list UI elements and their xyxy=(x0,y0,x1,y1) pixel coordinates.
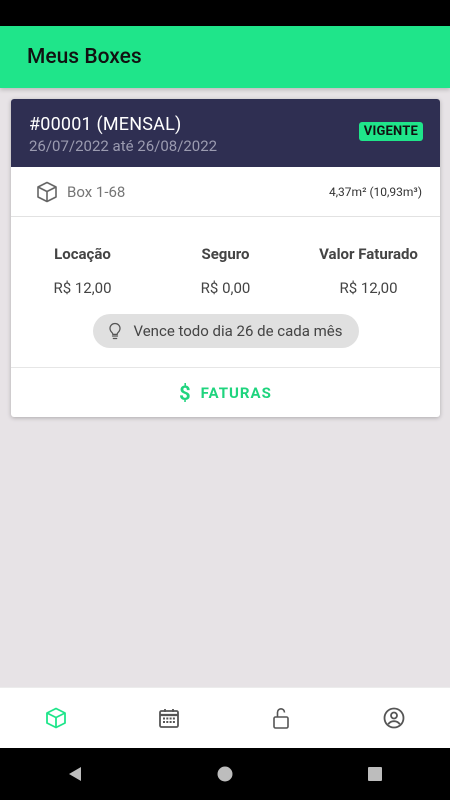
contract-card: #00001 (MENSAL) 26/07/2022 até 26/08/202… xyxy=(11,99,440,417)
system-recents-button[interactable] xyxy=(300,765,450,783)
system-home-button[interactable] xyxy=(150,765,300,783)
lightbulb-icon xyxy=(105,321,125,341)
invoices-label: FATURAS xyxy=(200,383,272,402)
rent-label: Locação xyxy=(54,245,111,263)
page-title: Meus Boxes xyxy=(27,45,142,69)
contract-header: #00001 (MENSAL) 26/07/2022 até 26/08/202… xyxy=(11,99,440,167)
insurance-value: R$ 0,00 xyxy=(200,279,251,297)
dollar-icon: $ xyxy=(179,380,191,405)
box-label: Box 1-68 xyxy=(67,182,126,201)
insurance-label: Seguro xyxy=(201,245,250,263)
system-back-button[interactable] xyxy=(0,765,150,783)
nav-item-boxes[interactable] xyxy=(0,688,113,748)
rent-value: R$ 12,00 xyxy=(53,279,112,297)
billed-label: Valor Faturado xyxy=(319,245,418,263)
cube-icon xyxy=(35,180,59,204)
due-date-chip: Vence todo dia 26 de cada mês xyxy=(92,314,359,348)
nav-item-profile[interactable] xyxy=(338,688,450,748)
box-info-row: Box 1-68 4,37m² (10,93m³) xyxy=(11,167,440,217)
unlock-icon xyxy=(273,707,290,729)
invoices-button[interactable]: $ FATURAS xyxy=(11,367,440,417)
value-column-insurance: Seguro R$ 0,00 xyxy=(154,245,297,297)
system-navigation-bar xyxy=(0,748,450,800)
nav-item-calendar[interactable] xyxy=(113,688,226,748)
values-row: Locação R$ 12,00 Seguro R$ 0,00 Valor Fa… xyxy=(11,217,440,297)
status-badge: VIGENTE xyxy=(358,122,423,141)
recents-square-icon xyxy=(368,767,382,781)
status-bar xyxy=(0,0,450,26)
back-triangle-icon xyxy=(69,767,81,781)
value-column-billed: Valor Faturado R$ 12,00 xyxy=(297,245,440,297)
account-icon xyxy=(383,707,405,729)
nav-item-access[interactable] xyxy=(225,688,338,748)
box-area: 4,37m² (10,93m³) xyxy=(328,184,422,199)
home-circle-icon xyxy=(217,766,233,782)
due-date-text: Vence todo dia 26 de cada mês xyxy=(133,322,343,340)
calendar-icon xyxy=(158,709,179,728)
box-icon xyxy=(46,707,67,729)
bottom-navigation xyxy=(0,687,450,748)
billed-value: R$ 12,00 xyxy=(339,279,398,297)
app-bar: Meus Boxes xyxy=(0,26,450,88)
value-column-rent: Locação R$ 12,00 xyxy=(11,245,154,297)
